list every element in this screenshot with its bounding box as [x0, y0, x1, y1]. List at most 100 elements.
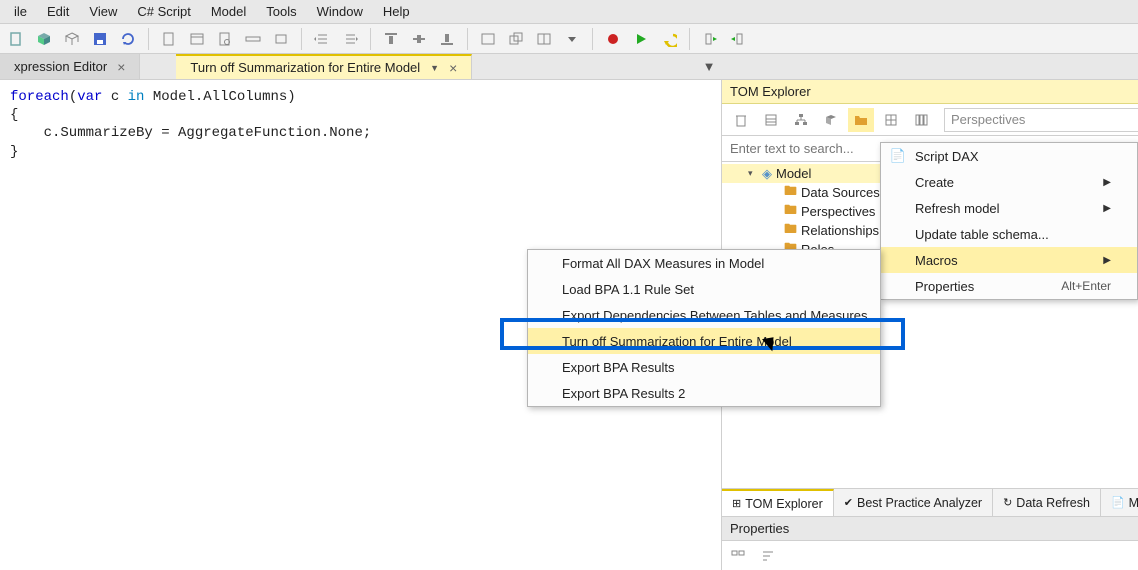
tab-label: Best Practice Analyzer [857, 496, 982, 510]
keyword: foreach [10, 89, 69, 105]
page-icon[interactable] [157, 27, 181, 51]
tab-bpa[interactable]: ✔ Best Practice Analyzer [834, 489, 993, 516]
macro-turn-off-summarization[interactable]: Turn off Summarization for Entire Model [528, 328, 880, 354]
tab-label: TOM Explorer [745, 497, 823, 511]
properties-toolbar [722, 540, 1138, 570]
macro-icon: 📄 [1111, 496, 1125, 509]
export-icon[interactable] [726, 27, 750, 51]
menu-file[interactable]: ile [4, 2, 37, 21]
code-text: Model.AllColumns) [144, 89, 295, 105]
menu-label: Macros [915, 253, 958, 268]
delete-icon[interactable] [728, 108, 754, 132]
tab-turn-off-summarization[interactable]: Turn off Summarization for Entire Model … [176, 54, 472, 79]
list-icon[interactable] [758, 108, 784, 132]
outdent-icon[interactable] [310, 27, 334, 51]
pane-icon[interactable] [532, 27, 556, 51]
tab-label: Macr [1129, 496, 1138, 510]
macro-export-dependencies[interactable]: Export Dependencies Between Tables and M… [528, 302, 880, 328]
explorer-toolbar: Perspectives [722, 104, 1138, 136]
dropdown-icon[interactable] [560, 27, 584, 51]
menu-label: Update table schema... [915, 227, 1049, 242]
menu-refresh-model[interactable]: Refresh model ▶ [881, 195, 1137, 221]
menu-label: Script DAX [915, 149, 979, 164]
rect-icon[interactable] [269, 27, 293, 51]
menu-label: Export BPA Results [562, 360, 674, 375]
bottom-tabs: ⊞ TOM Explorer ✔ Best Practice Analyzer … [722, 488, 1138, 516]
tab-data-refresh[interactable]: ↻ Data Refresh [993, 489, 1101, 516]
menu-label: Refresh model [915, 201, 1000, 216]
macro-format-dax[interactable]: Format All DAX Measures in Model [528, 250, 880, 276]
window-icon[interactable] [476, 27, 500, 51]
placeholder-text: Perspectives [951, 112, 1025, 127]
import-icon[interactable] [698, 27, 722, 51]
menu-label: Format All DAX Measures in Model [562, 256, 764, 271]
macro-export-bpa-results[interactable]: Export BPA Results [528, 354, 880, 380]
dropdown-icon[interactable]: ▼ [430, 63, 439, 73]
panel-title: TOM Explorer [722, 80, 1138, 104]
menu-script-dax[interactable]: 📄 Script DAX [881, 143, 1137, 169]
play-icon[interactable] [629, 27, 653, 51]
save-icon[interactable] [88, 27, 112, 51]
menu-view[interactable]: View [79, 2, 127, 21]
tree-label: Model [776, 166, 811, 181]
tab-tom-explorer[interactable]: ⊞ TOM Explorer [722, 489, 834, 516]
keyword: in [128, 89, 145, 105]
menu-csharp-script[interactable]: C# Script [127, 2, 200, 21]
cube-small-icon[interactable] [818, 108, 844, 132]
category-icon[interactable] [726, 544, 750, 568]
columns-icon[interactable] [908, 108, 934, 132]
format-bottom-icon[interactable] [435, 27, 459, 51]
chevron-down-icon[interactable]: ▾ [748, 168, 758, 179]
perspectives-dropdown[interactable]: Perspectives [944, 108, 1138, 132]
format-top-icon[interactable] [379, 27, 403, 51]
indent-icon[interactable] [338, 27, 362, 51]
folder-icon[interactable] [848, 108, 874, 132]
menu-update-table-schema[interactable]: Update table schema... [881, 221, 1137, 247]
tab-macros[interactable]: 📄 Macr [1101, 489, 1138, 516]
menu-bar: ile Edit View C# Script Model Tools Wind… [0, 0, 1138, 24]
menu-help[interactable]: Help [373, 2, 420, 21]
document-tabstrip: xpression Editor × Turn off Summarizatio… [0, 54, 1138, 80]
menu-window[interactable]: Window [307, 2, 373, 21]
new-icon[interactable] [4, 27, 28, 51]
menu-edit[interactable]: Edit [37, 2, 79, 21]
calendar-icon[interactable] [185, 27, 209, 51]
close-icon[interactable]: × [117, 59, 125, 75]
chevron-right-icon: ▶ [1103, 177, 1111, 188]
menu-label: Turn off Summarization for Entire Model [562, 334, 792, 349]
chevron-right-icon: ▶ [1103, 203, 1111, 214]
cube-icon: ◈ [762, 166, 772, 182]
wireframe-cube-icon[interactable] [60, 27, 84, 51]
tab-expression-editor[interactable]: xpression Editor × [0, 54, 140, 79]
menu-properties[interactable]: Properties Alt+Enter [881, 273, 1137, 299]
tabstrip-dropdown-icon[interactable]: ▼ [698, 54, 720, 79]
cube-icon[interactable] [32, 27, 56, 51]
shortcut-text: Alt+Enter [1061, 279, 1111, 293]
close-icon[interactable]: × [449, 60, 457, 76]
menu-label: Export BPA Results 2 [562, 386, 685, 401]
main-toolbar [0, 24, 1138, 54]
hierarchy-icon[interactable] [788, 108, 814, 132]
menu-model[interactable]: Model [201, 2, 256, 21]
refresh-icon[interactable] [116, 27, 140, 51]
sort-icon[interactable] [756, 544, 780, 568]
menu-tools[interactable]: Tools [256, 2, 306, 21]
record-icon[interactable] [601, 27, 625, 51]
menu-label: Load BPA 1.1 Rule Set [562, 282, 694, 297]
menu-macros[interactable]: Macros ▶ [881, 247, 1137, 273]
macro-load-bpa[interactable]: Load BPA 1.1 Rule Set [528, 276, 880, 302]
undo-icon[interactable] [657, 27, 681, 51]
menu-create[interactable]: Create ▶ [881, 169, 1137, 195]
tree-label: Perspectives [801, 204, 875, 219]
windows-icon[interactable] [504, 27, 528, 51]
menu-label: Create [915, 175, 954, 190]
macro-export-bpa-results-2[interactable]: Export BPA Results 2 [528, 380, 880, 406]
tab-label: xpression Editor [14, 59, 107, 74]
keyword: var [77, 89, 102, 105]
code-text: { [10, 107, 18, 123]
ruler-icon[interactable] [241, 27, 265, 51]
code-text: c [102, 89, 127, 105]
format-mid-icon[interactable] [407, 27, 431, 51]
page-search-icon[interactable] [213, 27, 237, 51]
grid-icon[interactable] [878, 108, 904, 132]
